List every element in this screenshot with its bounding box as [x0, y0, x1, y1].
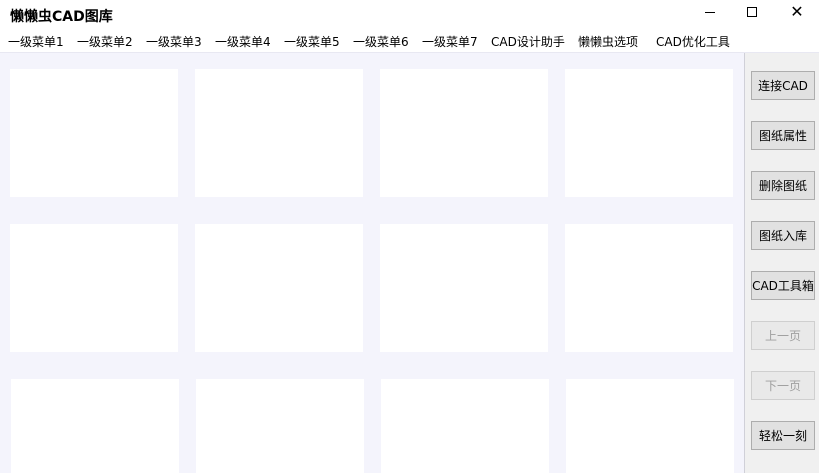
- menu-item-options[interactable]: 懒懒虫选项: [578, 33, 638, 50]
- menu-item-2[interactable]: 一级菜单2: [77, 33, 133, 50]
- thumbnail-tile[interactable]: [565, 69, 733, 197]
- menu-item-cad-optimizer[interactable]: CAD优化工具: [656, 33, 730, 50]
- next-page-button[interactable]: 下一页: [751, 371, 815, 400]
- title-bar: 懒懒虫CAD图库 ✕: [0, 0, 819, 30]
- menu-item-3[interactable]: 一级菜单3: [146, 33, 202, 50]
- menu-bar: 一级菜单1 一级菜单2 一级菜单3 一级菜单4 一级菜单5 一级菜单6 一级菜单…: [0, 30, 819, 52]
- app-window: 懒懒虫CAD图库 ✕ 一级菜单1 一级菜单2 一级菜单3 一级菜单4 一级菜单5…: [0, 0, 819, 473]
- menu-item-1[interactable]: 一级菜单1: [8, 33, 64, 50]
- minimize-button[interactable]: [688, 0, 732, 24]
- thumbnail-tile[interactable]: [195, 224, 363, 352]
- connect-cad-button[interactable]: 连接CAD: [751, 71, 815, 100]
- maximize-button[interactable]: [730, 0, 774, 24]
- close-button[interactable]: ✕: [775, 0, 819, 24]
- thumbnail-tile[interactable]: [380, 224, 548, 352]
- window-title: 懒懒虫CAD图库: [10, 9, 113, 25]
- side-panel: [745, 53, 819, 473]
- thumbnail-tile[interactable]: [10, 224, 178, 352]
- cad-toolbox-button[interactable]: CAD工具箱: [751, 271, 815, 300]
- content-divider: [0, 52, 819, 53]
- thumbnail-tile[interactable]: [565, 224, 733, 352]
- close-icon: ✕: [790, 2, 804, 21]
- drawing-properties-button[interactable]: 图纸属性: [751, 121, 815, 150]
- delete-drawing-button[interactable]: 删除图纸: [751, 171, 815, 200]
- menu-item-cad-assistant[interactable]: CAD设计助手: [491, 33, 565, 50]
- minimize-icon: [705, 11, 715, 13]
- menu-item-5[interactable]: 一级菜单5: [284, 33, 340, 50]
- prev-page-button[interactable]: 上一页: [751, 321, 815, 350]
- thumbnail-tile[interactable]: [11, 379, 179, 473]
- menu-item-7[interactable]: 一级菜单7: [422, 33, 478, 50]
- thumbnail-tile[interactable]: [195, 69, 363, 197]
- import-drawing-button[interactable]: 图纸入库: [751, 221, 815, 250]
- thumbnail-tile[interactable]: [10, 69, 178, 197]
- thumbnail-tile[interactable]: [380, 69, 548, 197]
- menu-item-4[interactable]: 一级菜单4: [215, 33, 271, 50]
- maximize-icon: [747, 7, 757, 17]
- menu-item-6[interactable]: 一级菜单6: [353, 33, 409, 50]
- relax-button[interactable]: 轻松一刻: [751, 421, 815, 450]
- thumbnail-tile[interactable]: [566, 379, 734, 473]
- thumbnail-tile[interactable]: [196, 379, 364, 473]
- thumbnail-tile[interactable]: [381, 379, 549, 473]
